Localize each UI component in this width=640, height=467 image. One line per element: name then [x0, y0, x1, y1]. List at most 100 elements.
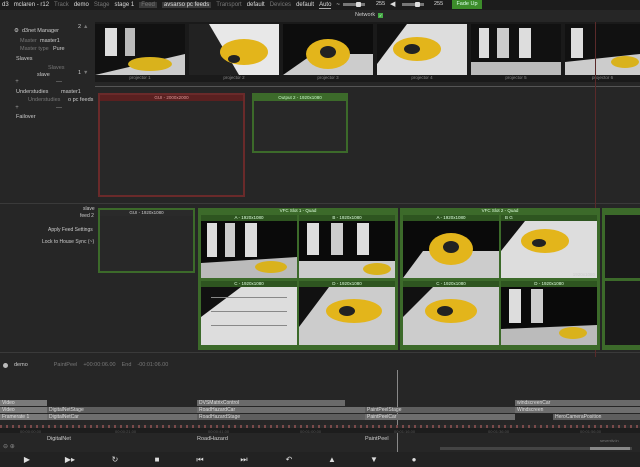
vfc1-quad-d[interactable]: D - 1920x1080	[299, 281, 395, 345]
vfc1-quad-a-image	[201, 221, 297, 278]
section-marker[interactable]: RoadHazard	[197, 436, 228, 442]
understudies-heading[interactable]: Understudies	[16, 89, 48, 95]
timeline-layer[interactable]: PaintPeelCar	[365, 414, 515, 420]
vfc2-quad-c[interactable]: C - 1920x1080	[403, 281, 499, 345]
timeline-layer[interactable]: HeroCameraPosition	[553, 414, 640, 420]
play-to-end-icon[interactable]: ▶▸	[63, 454, 77, 465]
output-partial-right[interactable]	[602, 208, 640, 350]
pager-top[interactable]: 2	[78, 24, 81, 30]
feed-value[interactable]: avsarso pc feeds	[161, 2, 212, 8]
failover-heading[interactable]: Failover	[16, 114, 36, 120]
undo-icon[interactable]: ↶	[282, 454, 296, 465]
vfc1-quad-c[interactable]: C - 1920x1080	[201, 281, 297, 345]
track-name[interactable]: demo	[14, 362, 28, 368]
master-type-value[interactable]: Pure	[53, 46, 65, 52]
brightness-slider-knob[interactable]	[415, 2, 421, 7]
gui-output-top-title: GUI - 2000x2000	[100, 95, 243, 101]
transport-value[interactable]: default	[247, 2, 265, 8]
slave-item[interactable]: slave	[37, 72, 50, 78]
next-section-icon[interactable]: ⏭	[237, 454, 251, 465]
master-value[interactable]: master1	[40, 38, 60, 44]
stage-guide-line	[0, 352, 640, 353]
vfc2-quad-b[interactable]: B G 1920x1080	[501, 215, 597, 278]
vfc1-quad-a[interactable]: A - 1920x1080	[201, 215, 297, 278]
devices-value[interactable]: default	[296, 2, 314, 8]
add-understudy-button[interactable]: +	[14, 105, 20, 111]
panel-pager: 2 ▲ 1 ▼	[70, 22, 92, 78]
network-row: Network ✓	[355, 11, 384, 19]
ruler-label: 00:01:00.00	[300, 429, 322, 434]
fade-up-button[interactable]: Fade Up	[452, 0, 482, 9]
timeline-layer[interactable]: DVSMatrixControl	[197, 400, 345, 406]
apply-feed-settings-button[interactable]: Apply Feed Settings	[48, 227, 93, 233]
understudy-item[interactable]: master1	[61, 89, 81, 95]
projector-preview[interactable]	[189, 24, 279, 75]
vfc1-quad-b[interactable]: B - 1920x1080	[299, 215, 395, 278]
projector-preview[interactable]	[283, 24, 373, 75]
vfc2-quad-a[interactable]: A - 1920x1080	[403, 215, 499, 278]
section-marker[interactable]: DigitalNet	[47, 436, 71, 442]
stop-icon[interactable]: ■	[150, 454, 164, 465]
section-marker[interactable]: PaintPeel	[365, 436, 389, 442]
volume-slider-knob[interactable]	[356, 2, 362, 7]
timeline-header: demo PaintPeel +00:00:06.00 End -00:01:0…	[0, 360, 640, 370]
speaker-icon[interactable]: ◀︎	[390, 0, 395, 8]
projector-preview-image	[95, 24, 185, 75]
chevron-down-icon[interactable]: ▼	[83, 70, 88, 76]
arrow-up-icon[interactable]: ▲	[325, 454, 339, 465]
projector-preview[interactable]	[471, 24, 561, 75]
timeline-layer[interactable]: DigitalNetStage	[47, 407, 197, 413]
stage-value[interactable]: stage 1	[115, 2, 135, 8]
vfc-slot-1[interactable]: VFC Slot 1 - Quad A - 1920x1080 B - 1920…	[198, 208, 398, 350]
timeline-layer[interactable]: Framerate 1	[0, 414, 47, 420]
auto-toggle[interactable]: Auto	[319, 2, 332, 9]
timeline-layer[interactable]: windscreenCar	[515, 400, 640, 406]
projector-label: projector 4	[411, 75, 433, 80]
output-2[interactable]: Output 2 - 1920x1080	[252, 93, 348, 153]
gui-output-top[interactable]: GUI - 2000x2000	[98, 93, 245, 197]
add-slave-button[interactable]: +	[14, 79, 20, 85]
volume-slider[interactable]	[343, 2, 365, 7]
gui-output-bottom[interactable]: GUI - 1920x1080	[98, 208, 195, 273]
projector-preview[interactable]	[377, 24, 467, 75]
pager-bottom[interactable]: 1	[78, 70, 81, 76]
timeline-layer[interactable]: RoadHazardCar	[197, 407, 365, 413]
arrow-down-icon[interactable]: ▼	[367, 454, 381, 465]
lock-house-sync-button[interactable]: Lock to House Sync (~)	[42, 239, 94, 245]
slaves-heading[interactable]: Slaves	[16, 56, 33, 62]
timeline-layer[interactable]: PaintPeelStage	[365, 407, 515, 413]
projector-preview[interactable]	[565, 24, 640, 75]
understudies-subheading: Understudies	[28, 97, 61, 103]
stage-label: Stage	[93, 2, 110, 8]
timeline-layer[interactable]: DigitalNetCar	[47, 414, 197, 420]
network-checkbox[interactable]: ✓	[378, 12, 384, 18]
brightness-slider[interactable]	[402, 2, 424, 7]
project-name[interactable]: mclaren - r12	[14, 2, 49, 8]
timeline-layer[interactable]: Video	[0, 400, 47, 406]
app-logo[interactable]: d3	[2, 2, 9, 8]
remove-understudy-button[interactable]: —	[56, 105, 62, 111]
projector-preview[interactable]	[95, 24, 185, 75]
timeline-scrollbar[interactable]	[440, 447, 632, 450]
remove-slave-button[interactable]: —	[56, 79, 62, 85]
timeline-layer[interactable]: Video	[0, 407, 47, 413]
timeline-ruler[interactable]: 00:00:00.00 00:00:21.00 00:00:41.00 00:0…	[0, 425, 640, 434]
chevron-up-icon[interactable]: ▲	[83, 24, 88, 30]
gear-icon[interactable]: ⚙	[14, 28, 19, 34]
timeline-layer[interactable]: RoadHazardStage	[197, 414, 365, 420]
loop-icon[interactable]: ↻	[108, 454, 122, 465]
timeline-layer[interactable]: Windscreen	[515, 407, 640, 413]
track-value[interactable]: demo	[74, 2, 89, 8]
zoom-controls[interactable]: ⊖ ⊕	[3, 443, 15, 450]
end-time: -00:01:06.00	[137, 362, 169, 368]
paintpeel-label: PaintPeel	[53, 362, 78, 368]
record-icon[interactable]: ●	[407, 454, 421, 465]
scrollbar-thumb[interactable]	[590, 447, 630, 450]
ruler-label: 00:01:16.00	[394, 429, 416, 434]
brightness-value: 255	[434, 1, 444, 7]
vfc2-quad-d[interactable]: D - 1920x1080	[501, 281, 597, 345]
play-icon[interactable]: ▶	[20, 454, 34, 465]
slave-tag: slave	[83, 206, 95, 212]
prev-section-icon[interactable]: ⏮	[193, 454, 207, 465]
vfc-slot-2[interactable]: VFC Slot 2 - Quad A - 1920x1080 B G 1920…	[400, 208, 600, 350]
